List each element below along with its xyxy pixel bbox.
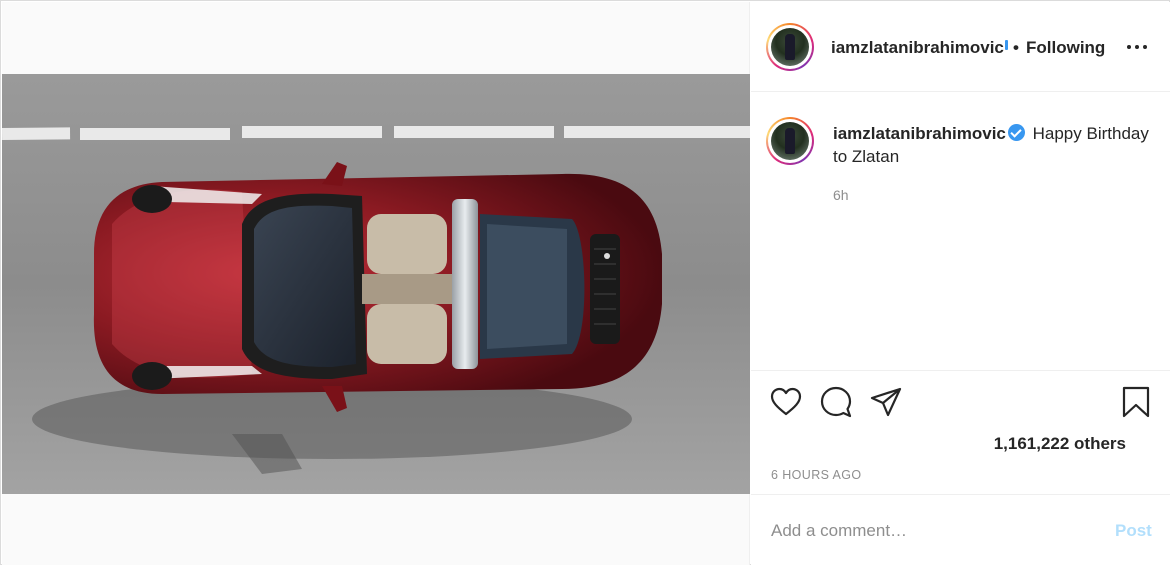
post-timestamp[interactable]: 6 HOURS AGO — [771, 468, 862, 482]
paper-plane-icon[interactable] — [869, 385, 903, 419]
car-photo — [2, 74, 750, 494]
post-comment-button[interactable]: Post — [1115, 521, 1152, 541]
more-options-icon[interactable] — [1125, 36, 1149, 56]
caption-comment: iamzlatanibrahimovic Happy Birthday to Z… — [751, 92, 1170, 370]
post-image[interactable] — [2, 74, 750, 494]
heart-icon[interactable] — [769, 385, 803, 419]
separator-dot: • — [1013, 38, 1019, 57]
caption-text: iamzlatanibrahimovic Happy Birthday to Z… — [833, 122, 1153, 168]
author-avatar[interactable] — [766, 23, 814, 71]
post-dialog: iamzlatanibrahimovic • Following iamzlat… — [0, 0, 1170, 565]
comment-icon[interactable] — [819, 385, 853, 419]
caption-username[interactable]: iamzlatanibrahimovic — [833, 124, 1006, 143]
author-username[interactable]: iamzlatanibrahimovic — [831, 38, 1004, 58]
bookmark-icon[interactable] — [1119, 385, 1153, 419]
action-bar: 1,161,222 others 6 HOURS AGO — [751, 370, 1170, 494]
post-header: iamzlatanibrahimovic • Following — [751, 2, 1170, 92]
caption-time[interactable]: 6h — [833, 187, 849, 203]
post-sidebar: iamzlatanibrahimovic • Following iamzlat… — [751, 2, 1170, 565]
post-media — [2, 2, 750, 565]
verified-badge-icon — [1005, 40, 1008, 50]
likes-count[interactable]: 1,161,222 others — [994, 434, 1126, 454]
verified-badge-icon — [1007, 124, 1025, 141]
caption-avatar[interactable] — [766, 117, 814, 165]
comment-input[interactable] — [771, 517, 1091, 545]
comment-form: Post — [751, 494, 1170, 565]
following-button[interactable]: Following — [1026, 38, 1105, 58]
